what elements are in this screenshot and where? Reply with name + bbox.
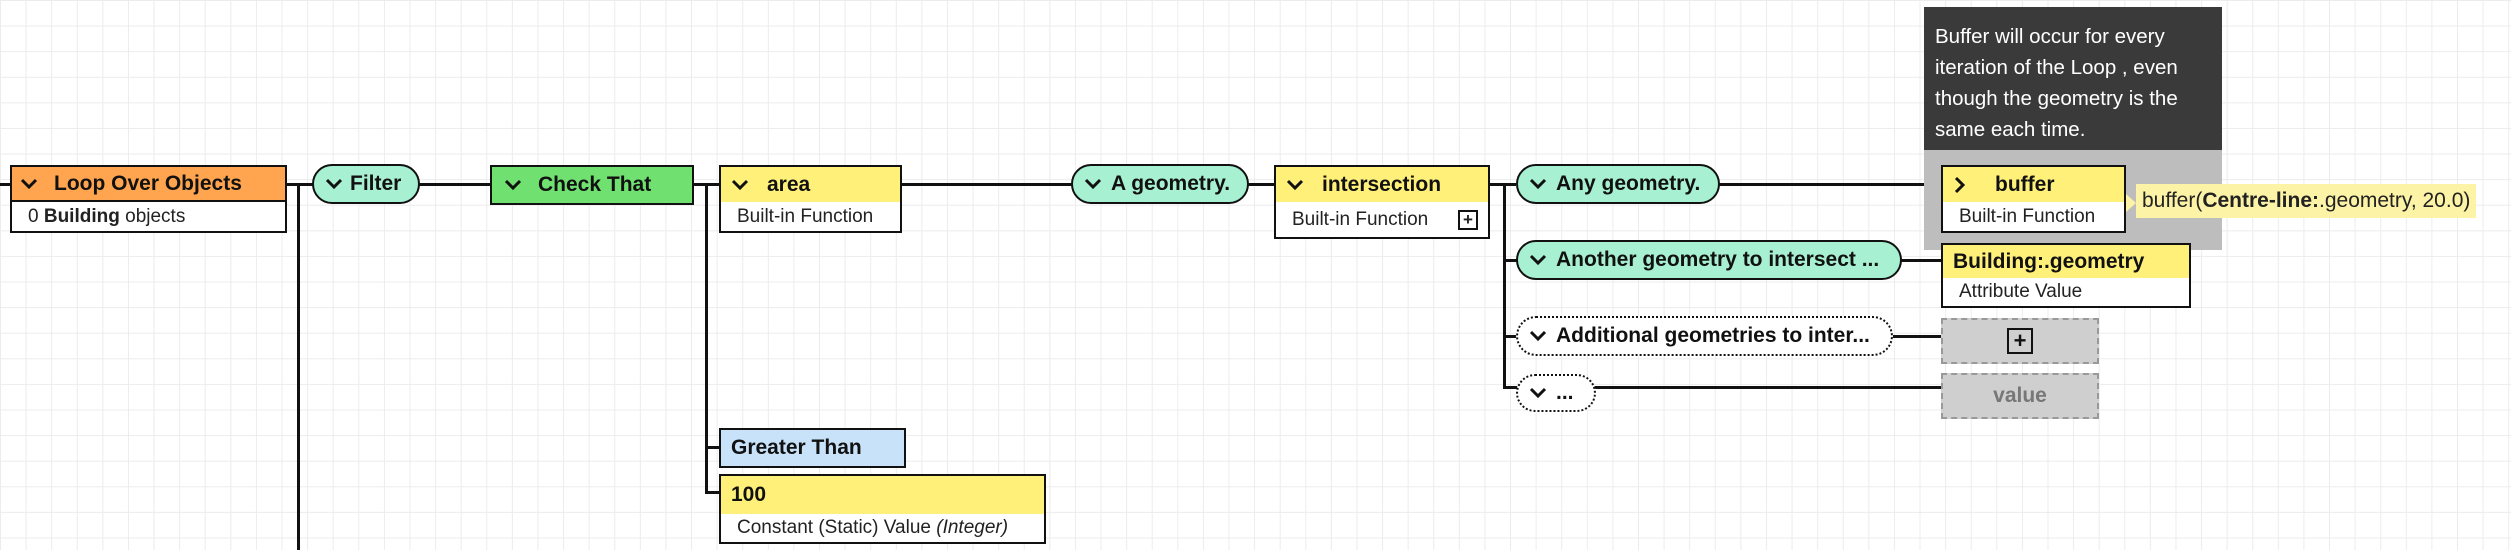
- plus-square-icon[interactable]: +: [2007, 328, 2033, 354]
- value-placeholder[interactable]: value: [1941, 373, 2099, 419]
- connector: [418, 183, 492, 186]
- another-geometry-pill[interactable]: Another geometry to intersect ...: [1516, 240, 1902, 280]
- buffer-expression-preview: buffer(Centre-line: .geometry, 20.0): [2136, 184, 2477, 218]
- tooltip-line: iteration of the Loop , even: [1935, 56, 2178, 79]
- filter-pill[interactable]: Filter: [312, 164, 420, 204]
- connector: [1890, 335, 1943, 338]
- constant-value-block[interactable]: 100 Constant (Static) Value (Integer): [719, 474, 1046, 544]
- greater-than-label: Greater Than: [731, 436, 862, 459]
- chevron-down-icon[interactable]: [322, 178, 346, 190]
- buffer-subtitle: Built-in Function: [1959, 205, 2096, 227]
- greater-than-block[interactable]: Greater Than: [719, 428, 906, 468]
- expression-func: buffer(: [2142, 189, 2203, 212]
- constant-value-subtitle: Constant (Static) Value: [737, 517, 931, 538]
- loop-count: 0: [28, 205, 39, 227]
- chevron-down-icon[interactable]: [1526, 387, 1550, 399]
- a-geometry-label: A geometry.: [1111, 172, 1231, 195]
- building-geometry-subtitle: Attribute Value: [1959, 281, 2083, 302]
- chevron-down-icon[interactable]: [1081, 178, 1105, 190]
- constant-value-title: 100: [731, 483, 767, 506]
- chevron-right-icon[interactable]: [1943, 176, 1977, 194]
- constant-value-type: (Integer): [936, 517, 1009, 538]
- expression-rest: .geometry, 20.0): [2319, 189, 2471, 212]
- building-geometry-title: Building:.geometry: [1953, 249, 2145, 273]
- connector: [1898, 259, 1943, 262]
- additional-geometries-label: Additional geometries to inter...: [1556, 324, 1870, 347]
- loop-over-objects-block[interactable]: Loop Over Objects 0 Building objects: [10, 165, 287, 233]
- connector: [1717, 183, 1943, 186]
- intersection-function-block[interactable]: intersection Built-in Function +: [1274, 165, 1490, 239]
- buffer-title: buffer: [1995, 172, 2055, 196]
- chevron-down-icon[interactable]: [1526, 254, 1550, 266]
- any-geometry-pill[interactable]: Any geometry.: [1516, 164, 1720, 204]
- additional-geometries-pill[interactable]: Additional geometries to inter...: [1516, 316, 1893, 356]
- connector: [0, 183, 10, 186]
- connector: [1503, 183, 1506, 388]
- a-geometry-pill[interactable]: A geometry.: [1071, 164, 1249, 204]
- check-that-label: Check That: [538, 173, 652, 196]
- add-argument-placeholder[interactable]: +: [1941, 318, 2099, 364]
- check-that-block[interactable]: Check That: [490, 165, 694, 205]
- expression-arrow-icon: [2126, 194, 2136, 212]
- intersection-subtitle: Built-in Function: [1292, 208, 1429, 230]
- building-geometry-block[interactable]: Building:.geometry Attribute Value: [1941, 243, 2191, 308]
- buffer-function-block[interactable]: buffer Built-in Function: [1941, 165, 2126, 233]
- area-subtitle: Built-in Function: [737, 205, 874, 227]
- chevron-down-icon[interactable]: [1526, 330, 1550, 342]
- tooltip: Buffer will occur for every iteration of…: [1924, 7, 2222, 150]
- area-function-block[interactable]: area Built-in Function: [719, 165, 902, 233]
- intersection-title: intersection: [1322, 172, 1442, 196]
- value-placeholder-label: value: [1993, 384, 2047, 407]
- chevron-down-icon[interactable]: [492, 179, 534, 191]
- connector: [900, 183, 1072, 186]
- connector: [286, 183, 314, 186]
- chevron-down-icon[interactable]: [1276, 179, 1314, 191]
- any-geometry-label: Any geometry.: [1556, 172, 1701, 195]
- loop-title: Loop Over Objects: [54, 171, 242, 195]
- ellipsis-slot-label: ...: [1556, 381, 1574, 404]
- connector: [1246, 183, 1276, 186]
- loop-type-name: Building: [43, 205, 120, 227]
- loop-suffix: objects: [125, 205, 186, 227]
- plus-square-icon[interactable]: +: [1458, 209, 1478, 230]
- area-title: area: [767, 172, 811, 196]
- expression-object: Centre-line:: [2202, 189, 2320, 212]
- another-geometry-label: Another geometry to intersect ...: [1556, 248, 1880, 271]
- filter-label: Filter: [350, 172, 402, 195]
- connector: [1488, 183, 1516, 186]
- ellipsis-slot-pill[interactable]: ...: [1516, 374, 1596, 412]
- tooltip-line: same each time.: [1935, 118, 2086, 141]
- chevron-down-icon[interactable]: [1526, 178, 1550, 190]
- tooltip-line: Buffer will occur for every: [1935, 25, 2165, 48]
- connector: [1594, 386, 1943, 389]
- chevron-down-icon[interactable]: [721, 179, 759, 191]
- chevron-down-icon[interactable]: [12, 178, 46, 190]
- tooltip-line: though the geometry is the: [1935, 87, 2178, 110]
- connector: [297, 183, 300, 550]
